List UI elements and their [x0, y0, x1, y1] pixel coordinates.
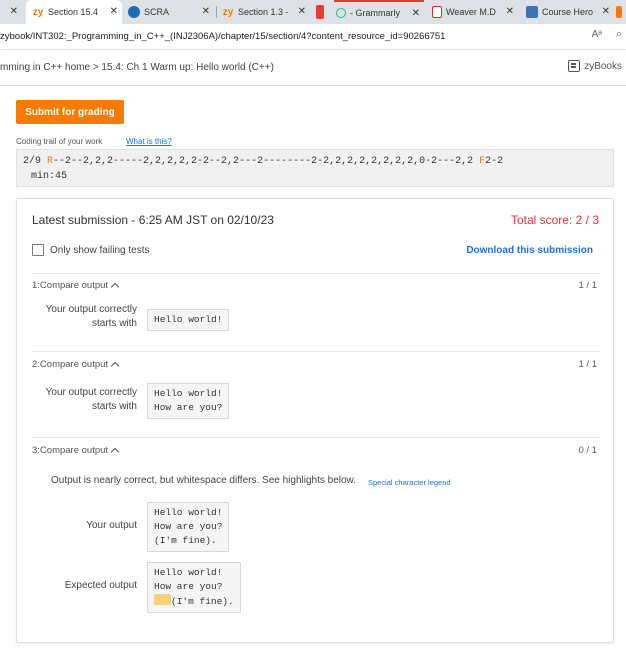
test-2-points: 1 / 1 — [578, 359, 598, 370]
tab-label: SCRA — [144, 7, 170, 17]
test-3-message: Output is nearly correct, but whitespace… — [51, 475, 356, 486]
browser-tab-red-app[interactable] — [312, 0, 334, 24]
trail-history: --2--2,2,2-----2,2,2,2,2-2--2,2---2-----… — [53, 156, 480, 167]
chevron-up-icon[interactable] — [110, 447, 120, 457]
expected-output-label: Expected output — [64, 580, 137, 591]
divider — [32, 351, 600, 352]
test-3-header[interactable]: 3:Compare output — [32, 445, 120, 457]
submission-card: Latest submission - 6:25 AM JST on 02/10… — [16, 198, 614, 643]
only-failing-toggle[interactable]: Only show failing tests — [32, 244, 150, 256]
close-tab-icon[interactable]: ✕ — [202, 6, 210, 17]
expected-line-3-text: (I'm fine). — [171, 596, 234, 607]
browser-tab-weaver[interactable]: Weaver M.D ✕ — [428, 0, 518, 24]
expected-line-2: How are you? — [154, 581, 223, 592]
browser-tab-section-1-3[interactable]: zy Section 1.3 - ✕ — [218, 0, 310, 24]
tab-label: Weaver M.D — [446, 7, 496, 17]
expected-line-3: (I'm fine). — [154, 594, 234, 609]
browser-tab-scra[interactable]: SCRA ✕ — [124, 0, 214, 24]
browser-tab-strip: ✕ zy Section 15.4 ✕ SCRA ✕ zy Section 1.… — [0, 0, 626, 24]
zoom-icon[interactable]: ⌕ — [616, 28, 622, 41]
coding-trail-line: 2/9 R--2--2,2,2-----2,2,2,2,2-2--2,2---2… — [23, 154, 607, 169]
close-tab-icon[interactable]: ✕ — [506, 6, 514, 17]
expected-output-box: Hello world! How are you? (I'm fine). — [147, 562, 241, 613]
browser-tab-section-15-4[interactable]: zy Section 15.4 ✕ — [26, 0, 122, 24]
submit-for-grading-button[interactable]: Submit for grading — [16, 100, 124, 124]
test-1-title: 1:Compare output — [32, 280, 109, 291]
breadcrumb[interactable]: mming in C++ home > 15.4: Ch 1 Warm up: … — [0, 62, 274, 73]
coding-trail-box: 2/9 R--2--2,2,2-----2,2,2,2,2-2--2,2---2… — [16, 149, 614, 187]
pdf-icon — [432, 6, 442, 18]
browser-tab-partial[interactable] — [616, 0, 626, 24]
test-3-points: 0 / 1 — [578, 445, 598, 456]
browser-tab-course-hero[interactable]: Course Hero ✕ — [522, 0, 614, 24]
what-is-this-link[interactable]: What is this? — [126, 137, 172, 146]
only-failing-label: Only show failing tests — [50, 244, 150, 256]
globe-icon — [128, 6, 140, 18]
expected-line-1: Hello world! — [154, 567, 223, 578]
browser-tab-fragment[interactable]: ✕ — [0, 0, 24, 24]
close-tab-icon[interactable]: ✕ — [412, 8, 420, 19]
test-2-output-label: Your output correctly starts with — [45, 387, 137, 412]
test-3-title: 3:Compare output — [32, 445, 109, 456]
close-tab-icon[interactable]: ✕ — [298, 6, 306, 17]
test-1-output-label: Your output correctly starts with — [45, 304, 137, 329]
browser-tab-grammarly[interactable]: - Grammarly ✕ — [334, 0, 424, 24]
your-output-box: Hello world! How are you? (I'm fine). — [147, 502, 230, 552]
test-2-output-box: Hello world! How are you? — [147, 383, 230, 419]
coding-trail-time: min:45 — [31, 171, 68, 182]
latest-submission-title: Latest submission - 6:25 AM JST on 02/10… — [32, 213, 274, 227]
zybooks-icon: zy — [32, 6, 44, 18]
trail-history-end: 2-2 — [485, 156, 504, 167]
url-text[interactable]: zybook/INT302:_Programming_in_C++_(INJ23… — [0, 31, 445, 42]
zybooks-icon: zy — [222, 6, 234, 18]
whitespace-highlight — [154, 594, 171, 605]
brand-label: zyBooks — [584, 60, 622, 72]
tab-label: - Grammarly — [350, 8, 400, 18]
divider — [32, 437, 600, 438]
tab-label: Section 15.4 — [48, 7, 99, 17]
test-1-header[interactable]: 1:Compare output — [32, 280, 120, 292]
chevron-up-icon[interactable] — [110, 361, 120, 371]
trail-progress: 2/9 — [23, 156, 48, 167]
coding-trail-label: Coding trail of your work — [16, 137, 103, 146]
download-submission-link[interactable]: Download this submission — [466, 245, 593, 256]
divider — [32, 273, 600, 274]
red-app-icon — [316, 5, 324, 19]
main-content: Submit for grading Coding trail of your … — [0, 86, 626, 657]
coursehero-icon — [526, 6, 538, 18]
book-icon — [568, 60, 581, 72]
close-tab-icon[interactable]: ✕ — [602, 6, 610, 17]
test-1-points: 1 / 1 — [578, 280, 598, 291]
your-output-label: Your output — [86, 520, 137, 531]
address-bar[interactable]: zybook/INT302:_Programming_in_C++_(INJ23… — [0, 24, 626, 50]
test-2-title: 2:Compare output — [32, 359, 109, 370]
close-tab-icon[interactable]: ✕ — [110, 6, 118, 17]
tab-favicon-icon — [616, 6, 622, 18]
page-header: mming in C++ home > 15.4: Ch 1 Warm up: … — [0, 50, 626, 86]
grammarly-icon — [336, 8, 346, 18]
test-2-header[interactable]: 2:Compare output — [32, 359, 120, 371]
close-tab-icon[interactable]: ✕ — [10, 6, 18, 17]
tab-separator — [216, 6, 217, 18]
tab-label: Section 1.3 - — [238, 7, 289, 17]
zybooks-brand[interactable]: zyBooks — [568, 60, 622, 72]
reader-mode-icon[interactable]: Aᵃ — [592, 29, 602, 40]
tab-label: Course Hero — [542, 7, 594, 17]
chevron-up-icon[interactable] — [110, 282, 120, 292]
only-failing-checkbox[interactable] — [32, 244, 44, 256]
total-score: Total score: 2 / 3 — [510, 213, 599, 227]
special-character-legend-link[interactable]: Special character legend — [368, 476, 451, 490]
test-1-output-box: Hello world! — [147, 309, 230, 331]
